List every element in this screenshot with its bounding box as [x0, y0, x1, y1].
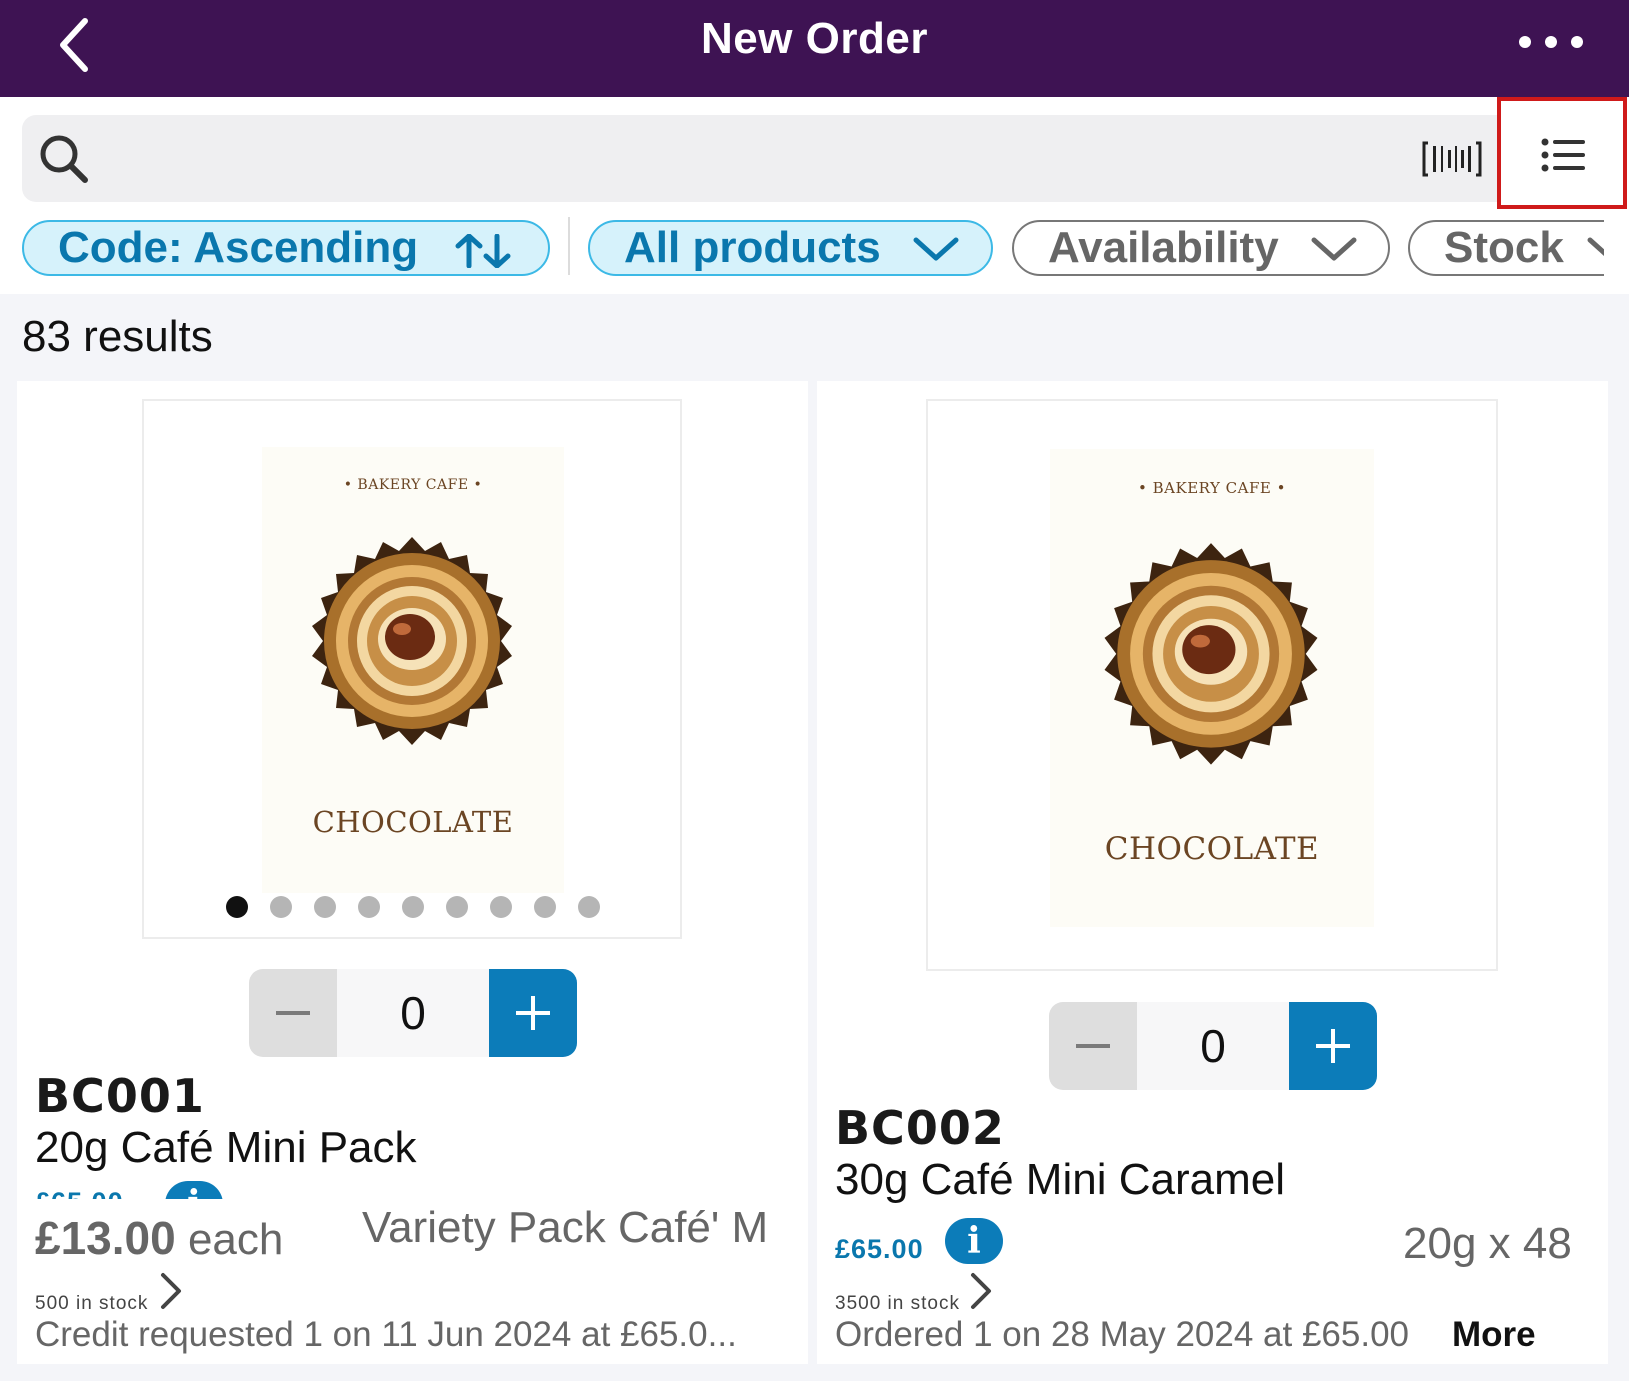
carousel-dot[interactable] [402, 896, 424, 918]
product-card[interactable]: • BAKERY CAFE • CHOCOLATE 0 BC001 20g Ca… [17, 381, 808, 1364]
search-input[interactable] [22, 115, 1512, 202]
chip-label: All products [624, 223, 881, 272]
stock-filter-clip: Stock [1408, 218, 1604, 278]
carousel-dot[interactable] [446, 896, 468, 918]
product-name: 30g Café Mini Caramel [835, 1155, 1285, 1204]
product-image-carousel[interactable]: • BAKERY CAFE • CHOCOLATE [142, 399, 682, 939]
product-description: 20g x 48 [1403, 1219, 1572, 1268]
stock-filter-chip[interactable]: Stock [1408, 220, 1604, 276]
sort-code-filter-chip[interactable]: Code: Ascending [22, 220, 550, 276]
image-flavour-text: CHOCOLATE [1104, 831, 1320, 867]
stock-level: 500 in stock [35, 1293, 149, 1314]
product-code: BC002 [835, 1101, 1005, 1155]
increase-quantity-button[interactable] [1289, 1002, 1377, 1090]
chevron-down-icon [1311, 237, 1357, 261]
availability-filter-chip[interactable]: Availability [1012, 220, 1390, 276]
carousel-dot[interactable] [578, 896, 600, 918]
decrease-quantity-button[interactable] [1049, 1002, 1137, 1090]
more-options-button[interactable] [1515, 22, 1595, 62]
stock-level: 3500 in stock [835, 1293, 960, 1314]
sort-arrows-icon [455, 234, 511, 268]
carousel-dot[interactable] [534, 896, 556, 918]
chip-label: Code: Ascending [58, 223, 419, 272]
info-icon[interactable]: i [165, 1181, 223, 1199]
toolbar: Code: Ascending All products Availabilit… [0, 97, 1629, 294]
chevron-down-icon [1587, 237, 1604, 256]
chevron-right-icon[interactable] [157, 1271, 185, 1311]
decrease-quantity-button[interactable] [249, 969, 337, 1057]
carousel-dots[interactable] [226, 896, 600, 918]
chocolate-truffle-icon [1104, 543, 1318, 765]
results-count: 83 results [22, 312, 213, 361]
product-description: Variety Pack Café' M [362, 1203, 769, 1252]
more-link[interactable]: More [1452, 1315, 1536, 1355]
ellipsis-icon [1519, 36, 1583, 48]
carousel-dot[interactable] [226, 896, 248, 918]
product-name: 20g Café Mini Pack [35, 1123, 417, 1172]
unit-price-suffix: each [187, 1215, 284, 1264]
product-image-carousel[interactable]: • BAKERY CAFE • CHOCOLATE [926, 399, 1498, 971]
increase-quantity-button[interactable] [489, 969, 577, 1057]
unit-price-value: £13.00 [35, 1212, 176, 1264]
barcode-scan-icon[interactable] [1422, 139, 1482, 179]
carousel-dot[interactable] [270, 896, 292, 918]
carousel-dot[interactable] [358, 896, 380, 918]
unit-price: £13.00 each [35, 1211, 283, 1265]
page-title: New Order [700, 14, 928, 63]
list-view-icon [1541, 138, 1585, 172]
app-header: New Order [0, 0, 1629, 97]
product-image: • BAKERY CAFE • CHOCOLATE [1050, 449, 1374, 927]
image-brand-text: • BAKERY CAFE • [1138, 479, 1286, 497]
chip-label: Availability [1048, 223, 1279, 272]
chip-label: Stock [1444, 223, 1564, 272]
info-icon[interactable]: i [945, 1218, 1003, 1264]
list-view-toggle-button[interactable] [1497, 97, 1627, 209]
order-history: Credit requested 1 on 11 Jun 2024 at £65… [35, 1315, 737, 1354]
quantity-value[interactable]: 0 [1137, 1002, 1289, 1090]
price-row-clip: £65.00 i [35, 1181, 235, 1199]
image-brand-text: • BAKERY CAFE • [343, 477, 483, 493]
order-history: Ordered 1 on 28 May 2024 at £65.00 [835, 1315, 1410, 1354]
case-price: £65.00 [35, 1187, 124, 1199]
search-icon [40, 135, 88, 183]
quantity-stepper[interactable]: 0 [1049, 1002, 1377, 1090]
product-code: BC001 [35, 1069, 205, 1123]
image-flavour-text: CHOCOLATE [312, 805, 514, 839]
chevron-down-icon [913, 237, 959, 261]
chocolate-truffle-icon [312, 537, 512, 745]
chip-divider [568, 217, 570, 275]
case-price: £65.00 [835, 1234, 924, 1264]
quantity-stepper[interactable]: 0 [249, 969, 577, 1057]
chevron-right-icon[interactable] [967, 1271, 995, 1311]
quantity-value[interactable]: 0 [337, 969, 489, 1057]
all-products-filter-chip[interactable]: All products [588, 220, 993, 276]
carousel-dot[interactable] [314, 896, 336, 918]
product-image: • BAKERY CAFE • CHOCOLATE [262, 447, 564, 893]
product-card[interactable]: • BAKERY CAFE • CHOCOLATE 0 BC002 30g Ca… [817, 381, 1608, 1364]
carousel-dot[interactable] [490, 896, 512, 918]
